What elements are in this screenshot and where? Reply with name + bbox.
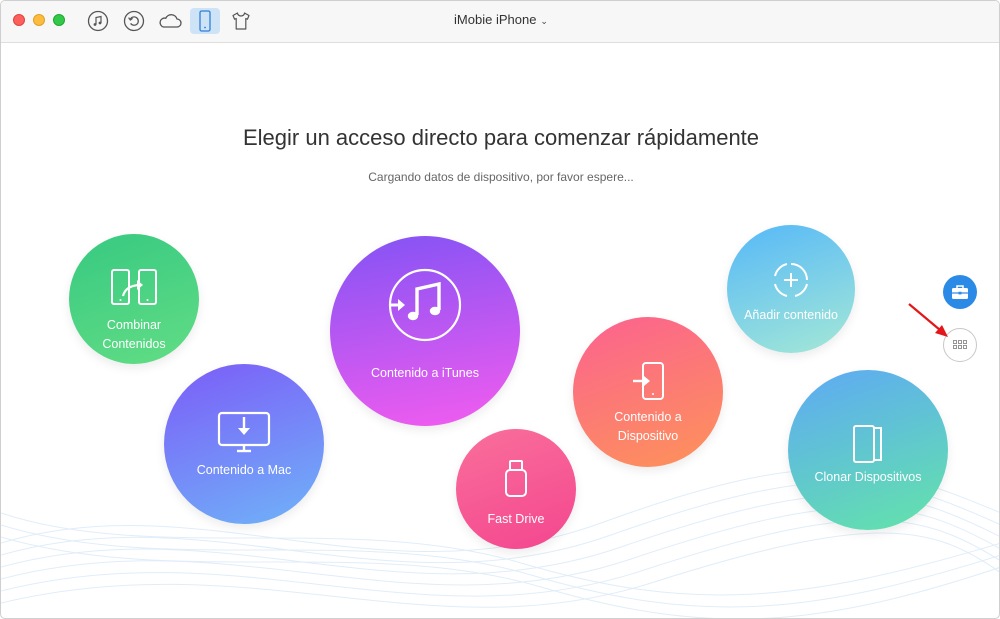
clone-devices-label: Clonar Dispositivos	[814, 470, 922, 484]
page-title: Elegir un acceso directo para comenzar r…	[242, 125, 760, 150]
main-content: Elegir un acceso directo para comenzar r…	[1, 43, 999, 618]
grid-icon	[953, 340, 967, 349]
toolbox-icon	[952, 285, 968, 299]
app-window: iMobie iPhone ⌄ Elegir un acceso directo …	[0, 0, 1000, 619]
chevron-down-icon: ⌄	[540, 16, 548, 26]
fast-drive-button[interactable]: Fast Drive	[456, 429, 576, 549]
clone-devices-button[interactable]: Clonar Dispositivos	[788, 370, 948, 530]
title-bar: iMobie iPhone ⌄	[1, 1, 999, 43]
add-content-label: Añadir contenido	[744, 308, 838, 322]
add-circle-icon	[774, 263, 808, 297]
red-arrow-annotation	[908, 303, 948, 337]
merge-devices-icon	[111, 269, 157, 305]
device-selector[interactable]: iMobie iPhone ⌄	[1, 12, 999, 27]
loading-status: Cargando datos de dispositivo, por favor…	[368, 170, 634, 184]
monitor-download-icon	[217, 411, 271, 453]
clone-device-icon	[853, 425, 882, 463]
content-to-mac-label: Contenido a Mac	[196, 463, 292, 477]
device-name: iMobie iPhone	[454, 12, 537, 27]
itunes-icon	[388, 268, 462, 342]
usb-drive-icon	[505, 460, 527, 497]
merge-content-label: Combinar	[106, 318, 162, 332]
content-to-itunes-button[interactable]: Contenido a iTunes	[330, 236, 520, 426]
content-to-itunes-label: Contenido a iTunes	[371, 366, 479, 380]
content-to-device-label-2: Dispositivo	[617, 429, 679, 443]
content-to-mac-button[interactable]: Contenido a Mac	[164, 364, 324, 524]
content-to-device-button[interactable]: Contenido a Dispositivo	[573, 317, 723, 467]
device-import-icon	[633, 362, 664, 400]
merge-content-button[interactable]: Combinar Contenidos	[69, 234, 199, 364]
fast-drive-label: Fast Drive	[487, 512, 545, 526]
merge-content-label-2: Contenidos	[102, 337, 166, 351]
add-content-button[interactable]: Añadir contenido	[727, 225, 855, 353]
content-to-device-label: Contenido a	[614, 410, 682, 424]
